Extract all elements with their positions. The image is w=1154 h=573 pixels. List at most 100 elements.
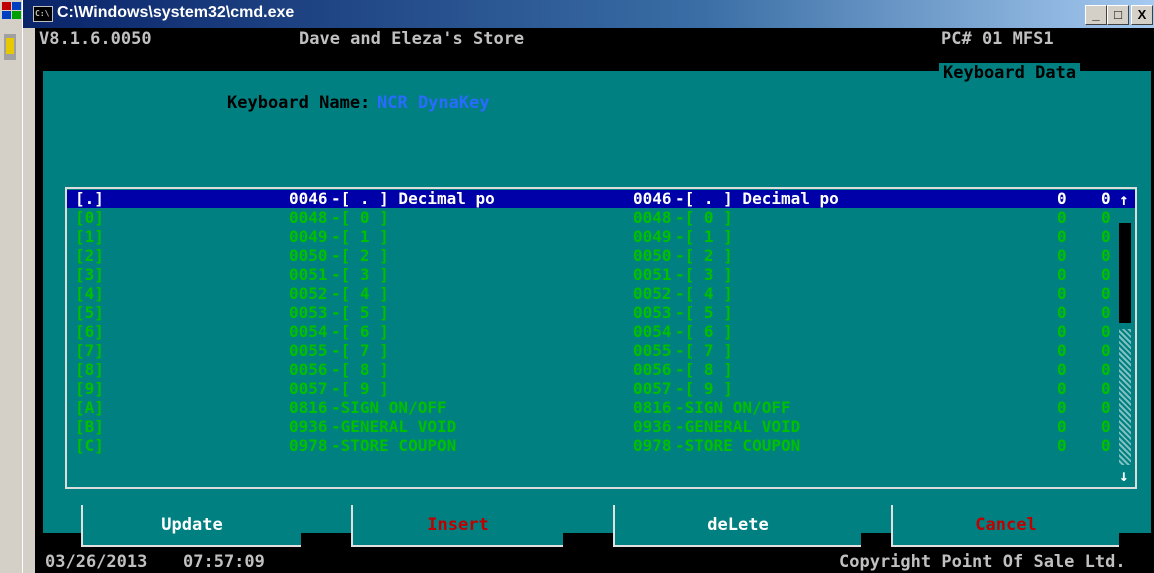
desc-cell: -[ 6 ] (331, 322, 389, 341)
key-cell: [2] (75, 246, 104, 265)
value-cell-2: 0 (1101, 246, 1111, 265)
code-cell: 0048 (289, 208, 328, 227)
title-bar[interactable]: C:\Windows\system32\cmd.exe _ □ X (23, 0, 1154, 28)
value-cell-2: 0 (1101, 284, 1111, 303)
value-cell-2: 0 (1101, 303, 1111, 322)
desc-cell-2: -[ . ] Decimal po (675, 189, 839, 208)
code-cell: 0978 (289, 436, 328, 455)
desc-cell: -[ 2 ] (331, 246, 389, 265)
value-cell-2: 0 (1101, 436, 1111, 455)
code-cell-2: 0053 (633, 303, 672, 322)
scroll-down-arrow-icon[interactable]: ↓ (1119, 467, 1129, 485)
console-area: V8.1.6.0050 Dave and Eleza's Store PC# 0… (35, 28, 1154, 573)
desc-cell-2: -[ 6 ] (675, 322, 733, 341)
code-cell-2: 0051 (633, 265, 672, 284)
scroll-thumb[interactable] (1119, 223, 1131, 323)
key-cell: [1] (75, 227, 104, 246)
value-cell-2: 0 (1101, 322, 1111, 341)
desktop-shortcut-icon[interactable] (4, 34, 16, 60)
table-row[interactable]: [5] 0053 -[ 5 ] 0053 -[ 5 ] 0 0 (67, 304, 1135, 322)
desc-cell: -STORE COUPON (331, 436, 457, 455)
store-name: Dave and Eleza's Store (299, 29, 525, 49)
desc-cell: -[ 7 ] (331, 341, 389, 360)
pc-label: PC# 01 MFS1 (941, 29, 1054, 49)
table-row[interactable]: [B] 0936 -GENERAL VOID 0936 -GENERAL VOI… (67, 418, 1135, 436)
table-row[interactable]: [1] 0049 -[ 1 ] 0049 -[ 1 ] 0 0 (67, 228, 1135, 246)
scroll-track[interactable] (1119, 329, 1131, 465)
key-cell: [9] (75, 379, 104, 398)
desc-cell: -[ . ] Decimal po (331, 189, 495, 208)
desc-cell-2: -GENERAL VOID (675, 417, 801, 436)
value-cell-2: 0 (1101, 208, 1111, 227)
desktop-app-icon[interactable] (0, 0, 24, 22)
value-cell-1: 0 (1057, 436, 1067, 455)
scroll-up-arrow-icon[interactable]: ↑ (1119, 191, 1129, 209)
code-cell: 0054 (289, 322, 328, 341)
key-cell: [3] (75, 265, 104, 284)
cancel-button[interactable]: Cancel (891, 505, 1119, 547)
code-cell: 0050 (289, 246, 328, 265)
value-cell-2: 0 (1101, 379, 1111, 398)
desc-cell-2: -[ 9 ] (675, 379, 733, 398)
value-cell-1: 0 (1057, 379, 1067, 398)
close-button[interactable]: X (1131, 5, 1153, 25)
value-cell-2: 0 (1101, 189, 1111, 208)
insert-button[interactable]: Insert (351, 505, 563, 547)
table-row[interactable]: [9] 0057 -[ 9 ] 0057 -[ 9 ] 0 0 (67, 380, 1135, 398)
desc-cell: -[ 4 ] (331, 284, 389, 303)
code-cell-2: 0048 (633, 208, 672, 227)
desc-cell: -[ 3 ] (331, 265, 389, 284)
table-row[interactable]: [C] 0978 -STORE COUPON 0978 -STORE COUPO… (67, 437, 1135, 455)
desc-cell: -[ 8 ] (331, 360, 389, 379)
value-cell-2: 0 (1101, 265, 1111, 284)
code-cell: 0051 (289, 265, 328, 284)
screen-title: Keyboard Data (939, 63, 1081, 85)
code-cell-2: 0049 (633, 227, 672, 246)
minimize-button[interactable]: _ (1085, 5, 1107, 25)
value-cell-1: 0 (1057, 284, 1067, 303)
value-cell-1: 0 (1057, 398, 1067, 417)
key-cell: [8] (75, 360, 104, 379)
table-row[interactable]: [2] 0050 -[ 2 ] 0050 -[ 2 ] 0 0 (67, 247, 1135, 265)
code-cell: 0046 (289, 189, 328, 208)
desc-cell: -[ 9 ] (331, 379, 389, 398)
table-row[interactable]: [6] 0054 -[ 6 ] 0054 -[ 6 ] 0 0 (67, 323, 1135, 341)
value-cell-2: 0 (1101, 417, 1111, 436)
vertical-scrollbar[interactable]: ↑ ↓ (1119, 189, 1131, 487)
table-row[interactable]: [3] 0051 -[ 3 ] 0051 -[ 3 ] 0 0 (67, 266, 1135, 284)
key-cell: [6] (75, 322, 104, 341)
table-row[interactable]: [8] 0056 -[ 8 ] 0056 -[ 8 ] 0 0 (67, 361, 1135, 379)
desc-cell-2: -[ 1 ] (675, 227, 733, 246)
table-row[interactable]: [7] 0055 -[ 7 ] 0055 -[ 7 ] 0 0 (67, 342, 1135, 360)
desc-cell: -[ 5 ] (331, 303, 389, 322)
code-cell: 0053 (289, 303, 328, 322)
maximize-button[interactable]: □ (1107, 5, 1129, 25)
code-cell: 0057 (289, 379, 328, 398)
keyboard-name-label: Keyboard Name: (227, 93, 371, 113)
value-cell-1: 0 (1057, 265, 1067, 284)
update-button[interactable]: Update (81, 505, 301, 547)
value-cell-2: 0 (1101, 227, 1111, 246)
table-row[interactable]: [A] 0816 -SIGN ON/OFF 0816 -SIGN ON/OFF … (67, 399, 1135, 417)
value-cell-1: 0 (1057, 341, 1067, 360)
copyright-text: Copyright Point Of Sale Ltd. (839, 552, 1126, 572)
table-row[interactable]: [0] 0048 -[ 0 ] 0048 -[ 0 ] 0 0 (67, 209, 1135, 227)
keyboard-name-value[interactable]: NCR DynaKey (377, 93, 490, 113)
value-cell-1: 0 (1057, 360, 1067, 379)
delete-button-label: deLete (707, 515, 769, 535)
code-cell-2: 0936 (633, 417, 672, 436)
update-button-label: Update (161, 515, 223, 535)
code-cell-2: 0057 (633, 379, 672, 398)
desc-cell-2: -[ 0 ] (675, 208, 733, 227)
delete-button[interactable]: deLete (613, 505, 861, 547)
table-row[interactable]: [4] 0052 -[ 4 ] 0052 -[ 4 ] 0 0 (67, 285, 1135, 303)
desc-cell-2: -[ 5 ] (675, 303, 733, 322)
code-cell: 0049 (289, 227, 328, 246)
code-cell: 0052 (289, 284, 328, 303)
desc-cell: -[ 1 ] (331, 227, 389, 246)
code-cell-2: 0050 (633, 246, 672, 265)
code-cell-2: 0052 (633, 284, 672, 303)
window-title: C:\Windows\system32\cmd.exe (57, 4, 295, 21)
desc-cell-2: -[ 3 ] (675, 265, 733, 284)
table-row[interactable]: [.] 0046 -[ . ] Decimal po 0046 -[ . ] D… (67, 190, 1135, 208)
